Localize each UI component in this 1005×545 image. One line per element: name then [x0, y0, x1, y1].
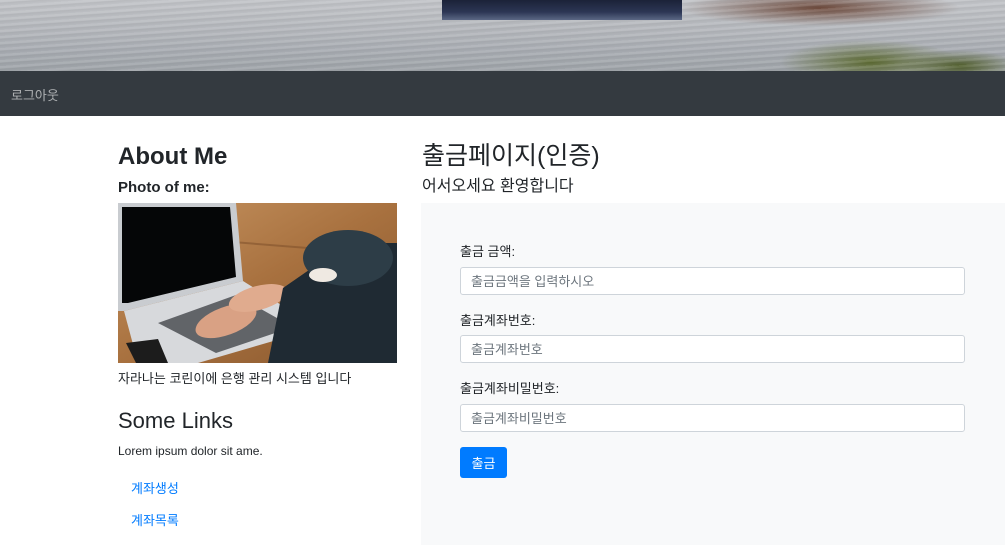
hero-banner-image	[0, 0, 1005, 71]
create-account-link[interactable]: 계좌생성	[131, 481, 179, 497]
about-me-heading: About Me	[118, 143, 228, 170]
withdraw-form-panel: 출금 금액: 출금계좌번호: 출금계좌비밀번호: 출금	[421, 203, 1005, 545]
welcome-subtitle: 어서오세요 환영합니다	[422, 178, 574, 195]
account-number-label: 출금계좌번호:	[460, 313, 536, 328]
laptop-photo-illustration	[118, 203, 397, 363]
withdraw-button[interactable]: 출금	[460, 447, 507, 478]
photo-description: 자라나는 코린이에 은행 관리 시스템 입니다	[118, 371, 352, 386]
profile-photo	[118, 203, 397, 363]
account-password-input[interactable]	[460, 404, 965, 432]
account-password-label: 출금계좌비밀번호:	[460, 381, 560, 396]
page-title: 출금페이지(인증)	[422, 142, 600, 170]
logout-link[interactable]: 로그아웃	[11, 85, 59, 104]
amount-input[interactable]	[460, 267, 965, 295]
some-links-heading: Some Links	[118, 408, 233, 433]
account-number-input[interactable]	[460, 335, 965, 363]
photo-label: Photo of me:	[118, 179, 210, 196]
banner-inset-photo	[442, 0, 682, 20]
amount-label: 출금 금액:	[460, 244, 516, 259]
top-navbar: 로그아웃	[0, 71, 1005, 116]
links-intro-text: Lorem ipsum dolor sit ame.	[118, 444, 263, 458]
account-list-link[interactable]: 계좌목록	[131, 513, 179, 529]
